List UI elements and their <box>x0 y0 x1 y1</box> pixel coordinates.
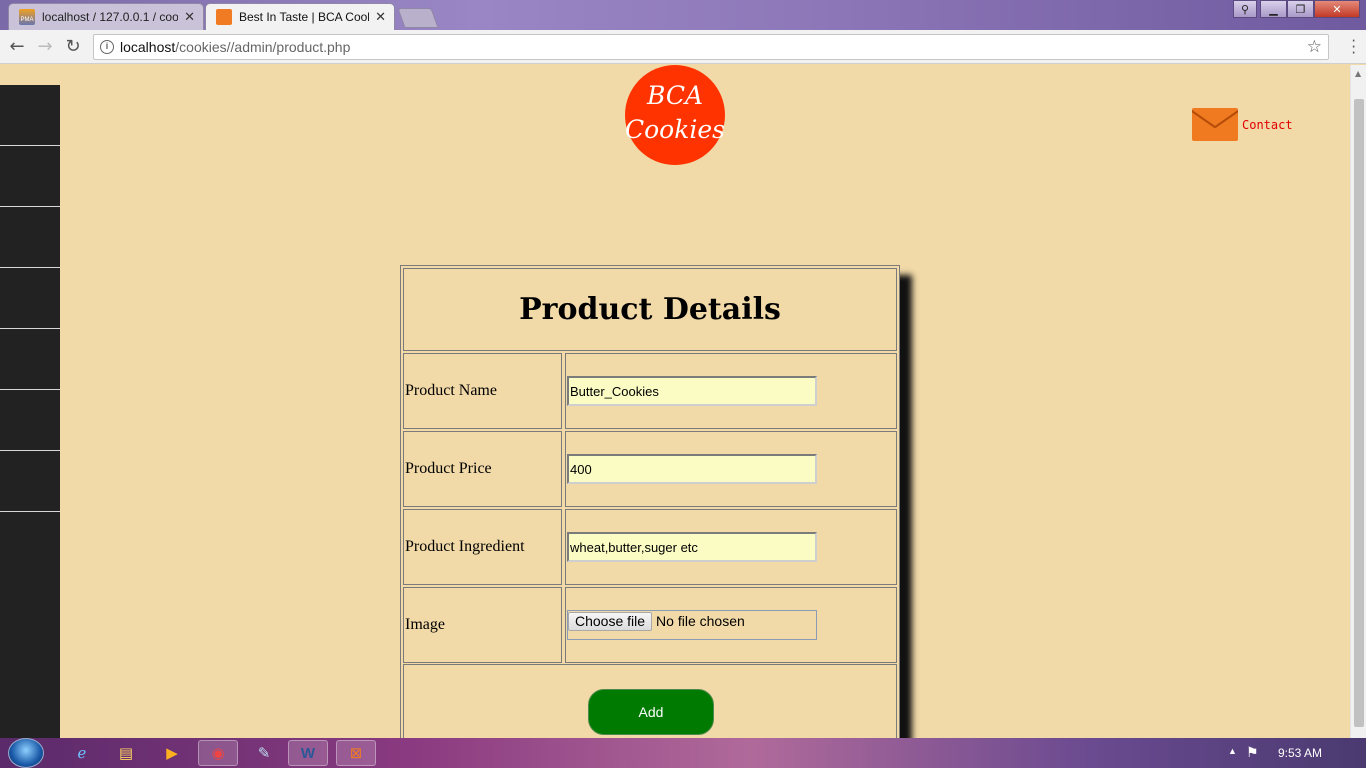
new-tab-button[interactable] <box>397 8 439 28</box>
maximize-button[interactable]: ❐ <box>1287 0 1314 18</box>
sidebar-item[interactable] <box>0 207 60 268</box>
address-url: localhost/cookies//admin/product.php <box>120 35 350 59</box>
back-arrow-icon[interactable]: ← <box>6 36 28 58</box>
tab-phpmyadmin[interactable]: PMA localhost / 127.0.0.1 / coo ✕ <box>8 3 204 30</box>
mail-envelope-icon[interactable] <box>1192 108 1238 141</box>
product-ingredient-label: Product Ingredient <box>403 509 562 585</box>
minimize-button[interactable]: ▁ <box>1260 0 1287 18</box>
user-profile-icon[interactable]: ⚲ <box>1233 0 1257 18</box>
tab-title: localhost / 127.0.0.1 / coo <box>42 10 179 24</box>
product-ingredient-cell <box>565 509 897 585</box>
forward-arrow-icon[interactable]: → <box>34 36 56 58</box>
close-icon[interactable]: ✕ <box>184 9 195 25</box>
xampp-icon <box>216 9 232 25</box>
contact-link[interactable]: Contact <box>1192 108 1293 141</box>
close-icon[interactable]: ✕ <box>375 9 386 25</box>
address-bar[interactable]: i localhost/cookies//admin/product.php ☆ <box>93 34 1329 60</box>
logo-text-line1: BCA <box>646 81 704 110</box>
internet-explorer-icon[interactable]: ℯ <box>62 740 102 766</box>
sidebar-item[interactable] <box>0 146 60 207</box>
logo-text-line2: Cookies <box>625 115 725 144</box>
phpmyadmin-icon: PMA <box>19 9 35 25</box>
windows-taskbar: ℯ ▤ ▶ ◉ ✎ W ⊠ ▲ ⚑ 9:53 AM <box>0 738 1366 768</box>
scrollbar-thumb[interactable] <box>1354 99 1364 727</box>
reload-icon[interactable]: ↻ <box>62 36 84 58</box>
system-tray: ▲ ⚑ 9:53 AM <box>1226 738 1366 768</box>
url-host: localhost <box>120 39 176 55</box>
image-label: Image <box>403 587 562 663</box>
choose-file-button[interactable]: Choose file <box>568 612 653 631</box>
scroll-up-arrow-icon[interactable]: ▲ <box>1355 69 1361 78</box>
windows-start-icon[interactable] <box>8 738 44 768</box>
bookmark-star-icon[interactable]: ☆ <box>1307 35 1322 59</box>
product-price-label: Product Price <box>403 431 562 507</box>
page-viewport: BCA Cookies Contact Product Details Prod… <box>0 65 1350 738</box>
contact-label[interactable]: Contact <box>1242 118 1293 132</box>
sidebar-item[interactable] <box>0 85 60 146</box>
close-window-button[interactable]: ✕ <box>1314 0 1360 18</box>
show-hidden-icons-icon[interactable]: ▲ <box>1228 746 1237 756</box>
form-heading: Product Details <box>403 268 897 351</box>
system-clock[interactable]: 9:53 AM <box>1278 746 1322 760</box>
word-icon[interactable]: W <box>288 740 328 766</box>
site-logo[interactable]: BCA Cookies <box>625 65 725 165</box>
file-explorer-icon[interactable]: ▤ <box>106 740 146 766</box>
product-ingredient-input[interactable] <box>567 532 817 562</box>
info-icon[interactable]: i <box>100 40 114 54</box>
browser-toolbar: ← → ↻ i localhost/cookies//admin/product… <box>0 30 1366 64</box>
browser-titlebar: PMA localhost / 127.0.0.1 / coo ✕ Best I… <box>0 0 1366 30</box>
product-name-input[interactable] <box>567 376 817 406</box>
chrome-icon[interactable]: ◉ <box>198 740 238 766</box>
xampp-taskbar-icon[interactable]: ⊠ <box>336 740 376 766</box>
page-scrollbar[interactable]: ▲ <box>1350 65 1366 738</box>
sidebar-item[interactable] <box>0 390 60 451</box>
media-player-icon[interactable]: ▶ <box>152 740 192 766</box>
add-button[interactable]: Add <box>588 689 714 735</box>
image-file-input[interactable]: Choose file No file chosen <box>567 610 817 640</box>
product-name-cell <box>565 353 897 429</box>
sidebar-item[interactable] <box>0 268 60 329</box>
browser-menu-icon[interactable]: · · · <box>1351 34 1356 61</box>
product-form: Product Details Product Name Product Pri… <box>400 265 900 738</box>
submit-cell: Add <box>403 664 897 738</box>
sidebar-item[interactable] <box>0 329 60 390</box>
action-center-flag-icon[interactable]: ⚑ <box>1246 744 1259 761</box>
tab-bca-cookies[interactable]: Best In Taste | BCA Cookie ✕ <box>205 3 395 30</box>
product-price-input[interactable] <box>567 454 817 484</box>
sidebar-item[interactable] <box>0 451 60 512</box>
side-navigation <box>0 85 60 738</box>
product-name-label: Product Name <box>403 353 562 429</box>
product-price-cell <box>565 431 897 507</box>
notepad-icon[interactable]: ✎ <box>244 740 284 766</box>
url-path: /cookies//admin/product.php <box>175 39 351 55</box>
file-status-text: No file chosen <box>656 613 745 629</box>
tab-title: Best In Taste | BCA Cookie <box>239 10 370 24</box>
image-cell: Choose file No file chosen <box>565 587 897 663</box>
